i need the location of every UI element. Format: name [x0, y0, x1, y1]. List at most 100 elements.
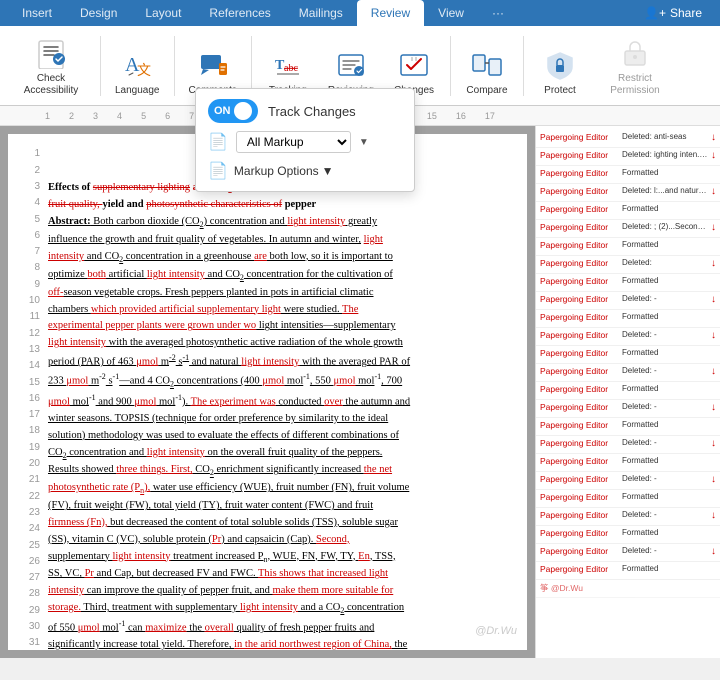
doc-line-4: fruit quality, yield and photosynthetic …	[48, 197, 512, 214]
language-icon: A 文	[119, 47, 155, 83]
svg-text:abc: abc	[284, 63, 298, 74]
tab-insert[interactable]: Insert	[8, 0, 66, 26]
comment-item: Papergoing Editor Deleted: - ↓	[536, 544, 720, 562]
divider-2	[174, 36, 175, 96]
language-tool[interactable]: A 文 Language	[107, 43, 168, 101]
protect-tool[interactable]: Protect	[530, 43, 590, 101]
doc-line-19: Results showed three things. First, CO2 …	[48, 462, 512, 480]
tab-design[interactable]: Design	[66, 0, 131, 26]
comment-item: Papergoing Editor Deleted: ; (2)...Secon…	[536, 220, 720, 238]
comment-item: Papergoing Editor Formatted	[536, 274, 720, 292]
share-button[interactable]: 👤+ Share	[634, 0, 712, 26]
comment-item: Papergoing Editor Deleted: - ↓	[536, 292, 720, 310]
toggle-on-text: ON	[214, 105, 231, 117]
doc-line-20: photosynthetic rate (Pn), water use effi…	[48, 480, 512, 498]
divider-5	[523, 36, 524, 96]
doc-line-27: storage. Third, treatment with supplemen…	[48, 600, 512, 618]
doc-line-23: (SS), vitamin C (VC), soluble protein (P…	[48, 532, 512, 549]
doc-line-9: off-season vegetable crops. Fresh pepper…	[48, 285, 512, 302]
markup-options-row: 📄 Markup Options ▼	[208, 161, 402, 181]
comment-item: Papergoing Editor Deleted: - ↓	[536, 508, 720, 526]
doc-line-12: light intensity with the averaged photos…	[48, 335, 512, 352]
track-changes-label: Track Changes	[268, 104, 356, 119]
doc-line-24: supplementary light intensity treatment …	[48, 549, 512, 567]
doc-line-18: CO2 concentration and light intensity on…	[48, 445, 512, 463]
tab-bar: Insert Design Layout References Mailings…	[0, 0, 720, 26]
comment-item: Papergoing Editor Formatted	[536, 490, 720, 508]
markup-dropdown-arrow: ▼	[359, 137, 369, 148]
person-icon: 👤+	[644, 6, 666, 20]
comment-item: 筝 @Dr.Wu	[536, 580, 720, 598]
comment-item: Papergoing Editor Formatted	[536, 310, 720, 328]
track-changes-toggle[interactable]: ON	[208, 99, 258, 123]
doc-line-5: Abstract: Both carbon dioxide (CO2) conc…	[48, 214, 512, 232]
ribbon: Insert Design Layout References Mailings…	[0, 0, 720, 26]
comments-panel: Papergoing Editor Deleted: anti-seas ↓ P…	[535, 126, 720, 658]
comment-item: Papergoing Editor Formatted	[536, 562, 720, 580]
tab-review[interactable]: Review	[357, 0, 424, 26]
comment-item: Papergoing Editor Deleted: - ↓	[536, 400, 720, 418]
comment-item: Papergoing Editor Formatted	[536, 418, 720, 436]
doc-line-7: intensity and CO2 concentration in a gre…	[48, 249, 512, 267]
comments-icon	[195, 47, 231, 83]
track-toggle-row: ON Track Changes	[208, 99, 402, 123]
check-accessibility-label: Check Accessibility	[16, 73, 86, 97]
compare-icon	[469, 47, 505, 83]
tab-mailings[interactable]: Mailings	[285, 0, 357, 26]
tab-more[interactable]: ···	[478, 0, 518, 26]
markup-dropdown[interactable]: All Markup Simple Markup No Markup Origi…	[236, 131, 351, 153]
doc-line-29: significantly increase total yield. Ther…	[48, 637, 512, 650]
doc-line-8: optimize both artificial light intensity…	[48, 267, 512, 285]
doc-line-14: 233 μmol m-2 s-1—and 4 CO2 concentration…	[48, 371, 512, 391]
doc-line-15: μmol mol-1 and 900 μmol mol-1). The expe…	[48, 392, 512, 411]
tab-references[interactable]: References	[195, 0, 284, 26]
check-accessibility-icon	[33, 35, 69, 71]
check-accessibility-tool[interactable]: Check Accessibility	[8, 31, 94, 101]
doc-line-28: of 550 μmol mol-1 can maximize the overa…	[48, 618, 512, 637]
comment-item: Papergoing Editor Formatted	[536, 382, 720, 400]
tab-layout[interactable]: Layout	[131, 0, 195, 26]
comment-item: Papergoing Editor Deleted: ighting inten…	[536, 148, 720, 166]
markup-options-button[interactable]: Markup Options ▼	[234, 164, 334, 178]
tab-view[interactable]: View	[424, 0, 478, 26]
divider-1	[100, 36, 101, 96]
changes-icon	[396, 47, 432, 83]
markup-select-row: 📄 All Markup Simple Markup No Markup Ori…	[208, 131, 402, 153]
line-numbers: 1 2 3 4 5 6 7 8 9 10 11 12 13 14 15 16 1…	[16, 146, 40, 650]
comment-item: Papergoing Editor Deleted: - ↓	[536, 436, 720, 454]
comment-item: Papergoing Editor Formatted	[536, 166, 720, 184]
document-content: Effects of supplementary lighting and CO…	[48, 146, 512, 650]
doc-line-13: period (PAR) of 463 μmol m-2 s-1 and nat…	[48, 352, 512, 371]
comment-item: Papergoing Editor Formatted	[536, 454, 720, 472]
doc-line-26: intensity can improve the quality of pep…	[48, 583, 512, 600]
comment-item: Papergoing Editor Deleted: - ↓	[536, 364, 720, 382]
divider-4	[450, 36, 451, 96]
comment-item: Papergoing Editor Deleted: - ↓	[536, 472, 720, 490]
comment-item: Papergoing Editor Deleted: l:...and natu…	[536, 184, 720, 202]
doc-line-21: (FV), fruit weight (FW), total yield (TY…	[48, 498, 512, 515]
divider-3	[251, 36, 252, 96]
protect-icon	[542, 47, 578, 83]
comment-item: Papergoing Editor Formatted	[536, 526, 720, 544]
toggle-slider: ON	[208, 99, 258, 123]
comment-item: Papergoing Editor Deleted: anti-seas ↓	[536, 130, 720, 148]
svg-text:文: 文	[137, 63, 151, 79]
document-container: 1 2 3 4 5 6 7 8 9 10 11 12 13 14 15 16 1…	[0, 126, 720, 658]
doc-line-22: firmness (Fn), but decreased the content…	[48, 515, 512, 532]
doc-line-16: winter seasons. TOPSIS (technique for or…	[48, 411, 512, 428]
watermark: @Dr.Wu	[475, 623, 517, 640]
restrict-permission-icon	[617, 35, 653, 71]
markup-options-chevron: ▼	[322, 164, 334, 178]
comment-item: Papergoing Editor Formatted	[536, 346, 720, 364]
doc-line-10: chambers which provided artificial suppl…	[48, 302, 512, 319]
compare-tool[interactable]: Compare	[457, 43, 517, 101]
comment-item: Papergoing Editor Deleted: - ↓	[536, 328, 720, 346]
comment-item: Papergoing Editor Formatted	[536, 202, 720, 220]
doc-line-11: experimental pepper plants were grown un…	[48, 318, 512, 335]
doc-line-25: SS, VC, Pr and Cap, but decreased FV and…	[48, 566, 512, 583]
markup-doc-icon: 📄	[208, 132, 228, 152]
document-page[interactable]: 1 2 3 4 5 6 7 8 9 10 11 12 13 14 15 16 1…	[8, 134, 527, 650]
protect-label: Protect	[544, 85, 576, 97]
restrict-permission-label: Restrict Permission	[600, 73, 670, 97]
reviewing-icon	[333, 47, 369, 83]
